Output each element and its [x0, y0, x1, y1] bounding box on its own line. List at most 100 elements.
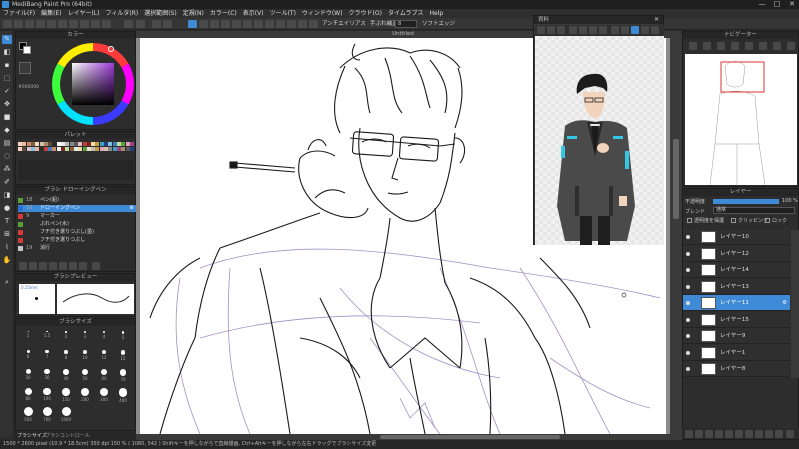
layer-visibility-eye-icon[interactable] — [686, 317, 690, 322]
minimize-button[interactable]: — — [755, 0, 769, 9]
layer-mask-icon[interactable] — [765, 430, 773, 438]
close-button[interactable]: ✕ — [785, 0, 799, 9]
layer-row[interactable]: レイヤー11 ⚙ — [683, 295, 790, 311]
layer-scrollbar[interactable] — [791, 230, 799, 378]
layer-visibility-eye-icon[interactable] — [686, 334, 690, 338]
brush-list-item[interactable]: フチ付き選りつぶし(墨) — [18, 229, 136, 236]
opacity-slider[interactable] — [713, 199, 779, 204]
nav-actual-icon[interactable] — [731, 42, 739, 50]
copy-brush-icon[interactable] — [29, 262, 37, 270]
menu-color[interactable]: カラー(C) — [207, 9, 240, 18]
layer-row[interactable]: レイヤー9 — [683, 328, 790, 344]
snap-perspective-icon[interactable] — [298, 20, 307, 28]
ruler-icon[interactable] — [80, 20, 89, 28]
redo-icon[interactable] — [136, 20, 145, 28]
menu-filter[interactable]: フィルタ(R) — [102, 9, 141, 18]
brush-import-icon[interactable] — [79, 262, 87, 270]
reference-flip-icon[interactable] — [641, 26, 649, 34]
snap-grid-icon[interactable] — [254, 20, 263, 28]
select-pen-tool-icon[interactable]: ✐ — [2, 178, 12, 187]
color-wheel[interactable] — [50, 41, 136, 127]
reference-open-icon[interactable] — [537, 26, 545, 34]
bucket-tool-icon[interactable]: ◆ — [2, 126, 12, 135]
brush-size-option[interactable]: 6 — [18, 348, 38, 364]
brush-size-option[interactable]: 1.5 — [37, 329, 57, 345]
add-brush-icon[interactable] — [19, 262, 27, 270]
brush-size-option[interactable]: 15 — [113, 348, 133, 364]
layer-settings-icon[interactable] — [775, 430, 783, 438]
nav-fit-icon[interactable] — [717, 42, 725, 50]
deselect-icon[interactable] — [152, 20, 161, 28]
brush-size-option[interactable]: 40 — [56, 367, 76, 383]
layer-visibility-eye-icon[interactable] — [686, 268, 690, 272]
layer-row[interactable]: レイヤー14 — [683, 262, 790, 278]
snap-radial-icon[interactable] — [221, 20, 230, 28]
layer-visibility-eye-icon[interactable] — [686, 350, 690, 355]
brush-size-option[interactable]: 200 — [75, 386, 95, 402]
background-color-swatch[interactable] — [23, 46, 31, 54]
brush-list-item[interactable]: 19 消行 — [18, 245, 136, 252]
layer-settings-gear-icon[interactable]: ⚙ — [782, 295, 787, 311]
brush-list-item[interactable]: フチ付き選りつぶし — [18, 237, 136, 244]
select-eraser-tool-icon[interactable]: ◨ — [2, 191, 12, 200]
dot-tool-icon[interactable]: ▪ — [2, 61, 12, 70]
brush-size-option[interactable]: 7 — [37, 348, 57, 364]
brush-list-item[interactable]: 10 ドローイングペン ⚙ — [18, 205, 136, 212]
brush-size-option[interactable]: 50 — [75, 367, 95, 383]
brush-size-option[interactable]: 400 — [113, 386, 133, 403]
reference-close-icon[interactable]: ✕ — [654, 16, 659, 23]
menu-window[interactable]: ウィンドウ(W) — [299, 9, 346, 18]
new-file-icon[interactable] — [3, 20, 12, 28]
menu-file[interactable]: ファイル(F) — [0, 9, 38, 18]
brush-size-option[interactable]: 8 — [56, 348, 76, 364]
snap-settings-icon[interactable] — [276, 20, 285, 28]
brush-size-option[interactable]: 30 — [37, 367, 57, 383]
layer-row[interactable]: レイヤー10 — [683, 229, 790, 245]
brush-size-option[interactable]: 5 — [113, 329, 133, 345]
duplicate-layer-icon[interactable] — [725, 430, 733, 438]
snap-parallel-icon[interactable] — [199, 20, 208, 28]
grid-icon[interactable] — [47, 20, 56, 28]
palette-swatch[interactable] — [129, 142, 134, 146]
eyedropper-tool-icon[interactable]: ⌇ — [2, 243, 12, 252]
reference-nav-icon[interactable] — [547, 26, 555, 34]
brush-tool-icon[interactable]: ✎ — [2, 35, 12, 44]
save-icon[interactable] — [25, 20, 34, 28]
brush-export-icon[interactable] — [69, 262, 77, 270]
check-tool-icon[interactable]: ✓ — [2, 87, 12, 96]
magic-wand-tool-icon[interactable]: ⁂ — [2, 165, 12, 174]
brush-folder-icon[interactable] — [59, 262, 67, 270]
reference-zoom-in-icon[interactable] — [569, 26, 577, 34]
add-layer-icon[interactable] — [685, 430, 693, 438]
brush-size-option[interactable]: 4 — [94, 329, 114, 345]
reference-rotate-icon[interactable] — [621, 26, 629, 34]
nav-reset-icon[interactable] — [787, 42, 795, 50]
shape-tool-icon[interactable]: ■ — [2, 113, 12, 122]
brush-list-item[interactable]: 18 ペン(鉛) — [18, 197, 136, 204]
layer-row[interactable]: レイヤー12 — [683, 245, 790, 262]
move-tool-icon[interactable]: ✥ — [2, 100, 12, 109]
softedge-label[interactable]: ソフトエッジ — [422, 18, 455, 30]
scrollbar-thumb[interactable] — [673, 139, 679, 219]
brush-size-option[interactable]: 80 — [18, 386, 38, 402]
nav-flip-icon[interactable] — [773, 42, 781, 50]
menu-select[interactable]: 選択範囲(S) — [141, 9, 180, 18]
invert-selection-icon[interactable] — [163, 20, 172, 28]
layer-visibility-eye-icon[interactable] — [686, 235, 690, 239]
menu-timelapse[interactable]: タイムラプス — [385, 9, 427, 18]
brush-size-option[interactable]: 100 — [37, 386, 57, 402]
navigator-preview[interactable] — [685, 54, 797, 186]
layer-row[interactable]: レイヤー15 — [683, 311, 790, 328]
layer-visibility-eye-icon[interactable] — [686, 284, 690, 289]
frame-tool-icon[interactable]: ⊞ — [2, 230, 12, 239]
layer-property-icon[interactable] — [755, 430, 763, 438]
add-1bit-layer-icon[interactable] — [705, 430, 713, 438]
lock-checkbox[interactable] — [765, 218, 770, 223]
reference-pin-icon[interactable] — [651, 26, 659, 34]
palette-swatch[interactable] — [129, 147, 134, 151]
reference-image-area[interactable] — [535, 36, 664, 245]
snap-curve-icon[interactable] — [243, 20, 252, 28]
lasso-tool-icon[interactable]: ◌ — [2, 152, 12, 161]
layer-visibility-eye-icon[interactable] — [686, 301, 690, 305]
brush-size-option[interactable]: 150 — [56, 386, 76, 402]
